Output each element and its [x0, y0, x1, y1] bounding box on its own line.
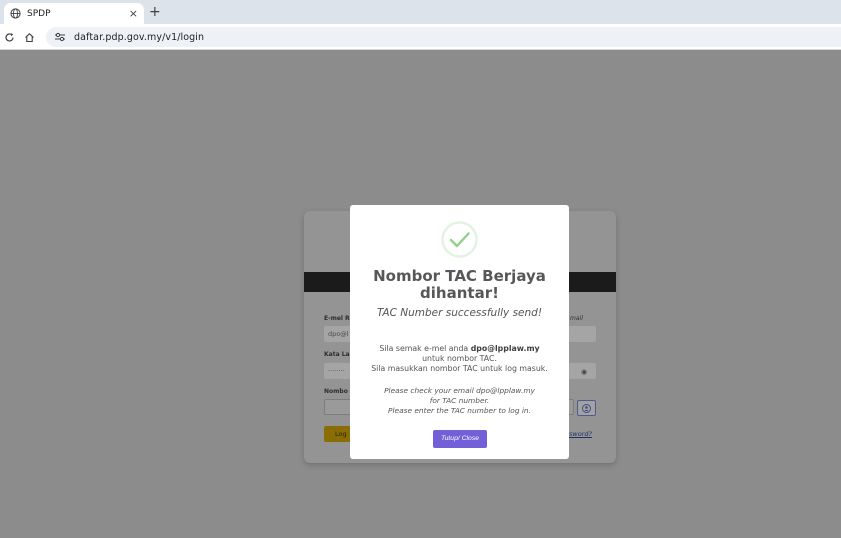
en-line3: Please enter the TAC number to log in.	[388, 406, 531, 415]
new-tab-button[interactable]: +	[149, 4, 161, 20]
forgot-password-link[interactable]: sword?	[569, 430, 592, 438]
modal-title-line2: dihantar!	[420, 284, 499, 302]
email-label: E-mel R	[324, 315, 350, 322]
tab-close-icon[interactable]: ×	[129, 7, 138, 20]
reload-icon[interactable]	[2, 30, 16, 44]
en-line1: Please check your email dpo@lpplaw.my	[384, 386, 535, 395]
email-label-right: mail	[570, 315, 583, 322]
globe-icon	[10, 8, 21, 19]
ms-line2: untuk nombor TAC.	[422, 354, 497, 363]
ms-line1-prefix: Sila semak e-mel anda	[379, 344, 471, 353]
request-tac-button[interactable]	[577, 400, 596, 416]
password-label: Kata La	[324, 351, 350, 358]
modal-subtitle: TAC Number successfully send!	[376, 307, 543, 319]
close-button[interactable]: Tutup/ Close	[433, 430, 487, 448]
modal-title-line1: Nombor TAC Berjaya	[373, 267, 546, 285]
modal-message-en: Please check your email dpo@lpplaw.my fo…	[350, 386, 569, 416]
ms-line1: Sila semak e-mel anda dpo@lpplaw.my	[350, 344, 569, 354]
home-icon[interactable]	[22, 30, 36, 44]
browser-tab[interactable]: SPDP ×	[4, 3, 144, 24]
address-bar: daftar.pdp.gov.my/v1/login	[0, 24, 841, 50]
modal-message-ms: Sila semak e-mel anda dpo@lpplaw.my untu…	[350, 344, 569, 374]
ms-line3: Sila masukkan nombor TAC untuk log masuk…	[371, 364, 548, 373]
site-settings-icon[interactable]	[54, 31, 66, 43]
tac-label: Nombo	[324, 388, 348, 395]
user-icon	[582, 403, 591, 413]
modal-title: Nombor TAC Berjaya dihantar!	[350, 268, 569, 302]
url-field[interactable]: daftar.pdp.gov.my/v1/login	[46, 27, 841, 47]
success-check-icon	[441, 221, 478, 258]
browser-tab-bar: SPDP × +	[0, 0, 841, 24]
password-value: ········	[328, 367, 345, 375]
url-text: daftar.pdp.gov.my/v1/login	[74, 31, 205, 43]
eye-icon[interactable]: ◉	[581, 368, 587, 376]
tab-title: SPDP	[27, 8, 51, 19]
tac-sent-modal: Nombor TAC Berjaya dihantar! TAC Number …	[350, 205, 569, 459]
en-line2: for TAC number.	[429, 396, 490, 405]
ms-email: dpo@lpplaw.my	[470, 344, 540, 353]
email-value: dpo@l	[328, 330, 349, 338]
